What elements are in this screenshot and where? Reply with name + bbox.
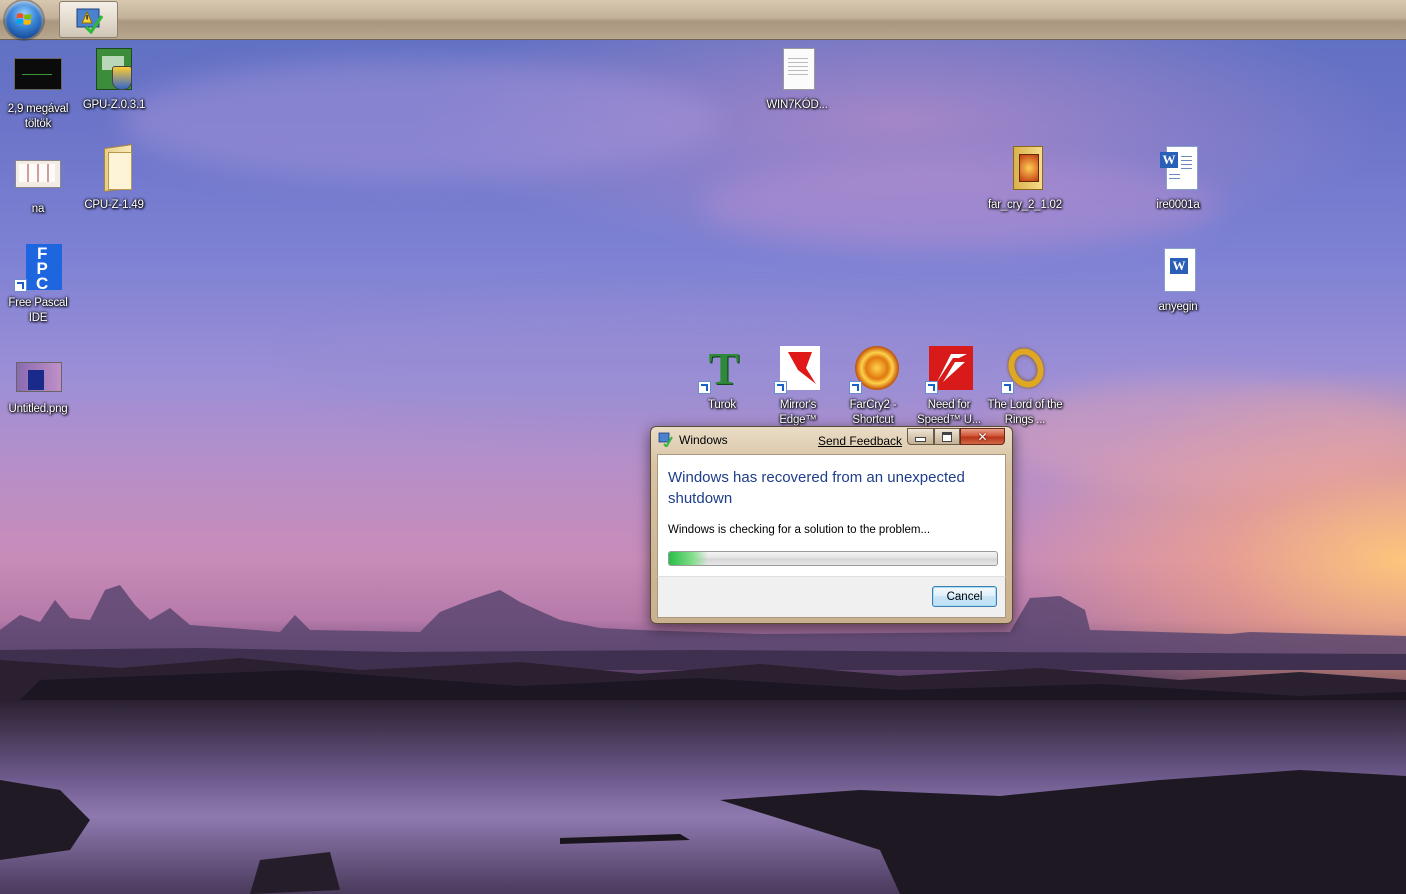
progress-bar — [668, 551, 998, 566]
desktop-icon-free-pascal[interactable]: FPC Free Pascal IDE — [0, 244, 76, 326]
shortcut-arrow-icon — [698, 381, 711, 394]
desktop-icon-turok[interactable]: T Turok — [684, 346, 760, 413]
desktop-icon-label: WIN7KÓD... — [766, 99, 828, 111]
turok-game-icon: T — [698, 346, 746, 394]
desktop-icon-need-for-speed[interactable]: Need for Speed™ U... — [911, 346, 987, 428]
dialog-title: Windows — [679, 433, 728, 447]
desktop-icon-label: Free Pascal IDE — [8, 297, 68, 324]
video-thumbnail-icon — [14, 50, 62, 98]
desktop-icon-label: Turok — [708, 399, 736, 411]
desktop-icon-label: na — [31, 203, 45, 215]
minimize-button[interactable] — [907, 428, 934, 445]
shortcut-arrow-icon — [774, 381, 787, 394]
shortcut-arrow-icon — [849, 381, 862, 394]
desktop-icon-video[interactable]: 2,9 megával töltök — [0, 50, 76, 132]
folder-icon — [90, 144, 138, 194]
desktop-icon-anyegin[interactable]: W anyegin — [1140, 248, 1216, 315]
archive-icon — [1001, 146, 1049, 194]
need-for-speed-icon — [925, 346, 973, 394]
shortcut-arrow-icon — [925, 381, 938, 394]
foreground-rocks — [0, 770, 1406, 894]
shortcut-arrow-icon — [1001, 381, 1014, 394]
desktop-icon-label: far_cry_2_1.02 — [988, 199, 1062, 211]
start-button[interactable] — [5, 1, 43, 39]
desktop-icon-win7kod[interactable]: WIN7KÓD... — [759, 46, 835, 113]
cancel-button[interactable]: Cancel — [932, 586, 997, 607]
taskbar — [0, 0, 1406, 40]
desktop-icon-farcry2[interactable]: FarCry2 - Shortcut — [835, 346, 911, 428]
lord-of-the-rings-icon — [1001, 342, 1050, 394]
minimize-icon — [908, 429, 933, 444]
desktop-icon-label: GPU-Z.0.3.1 — [82, 99, 146, 111]
desktop-icon-label: FarCry2 - Shortcut — [849, 399, 897, 426]
desktop-icon-label: Need for Speed™ U... — [917, 399, 981, 426]
dialog-message: Windows is checking for a solution to th… — [668, 524, 931, 536]
recovery-dialog: Windows Send Feedback ✕ Windows has reco… — [650, 426, 1013, 624]
maximize-icon — [935, 429, 959, 444]
desktop-icon-label: Mirror's Edge™ — [779, 399, 817, 426]
desktop-icon-far-cry-patch[interactable]: far_cry_2_1.02 — [987, 146, 1063, 213]
word-document-icon: W — [1154, 146, 1202, 194]
word-document-icon: W — [1154, 248, 1202, 296]
problem-reports-icon — [76, 8, 104, 34]
image-thumbnail-icon — [14, 150, 62, 198]
desktop-icon-cpu-z[interactable]: CPU-Z-1.49 — [76, 144, 152, 213]
dialog-content: Windows has recovered from an unexpected… — [657, 454, 1006, 576]
close-icon: ✕ — [977, 429, 988, 444]
desktop-icon-label: The Lord of the Rings ... — [987, 399, 1063, 426]
windows-logo-icon — [16, 13, 32, 25]
close-button[interactable]: ✕ — [960, 428, 1005, 445]
desktop-icon-lord-of-the-rings[interactable]: The Lord of the Rings ... — [987, 342, 1063, 428]
gpu-z-installer-icon — [90, 46, 138, 94]
dialog-titlebar[interactable]: Windows Send Feedback ✕ — [651, 427, 1012, 453]
mirrors-edge-icon — [774, 346, 822, 394]
png-image-icon — [14, 350, 62, 398]
text-document-icon — [773, 46, 821, 94]
dialog-footer: Cancel — [657, 576, 1006, 618]
desktop-icon-label: Untitled.png — [8, 403, 68, 415]
shortcut-arrow-icon — [14, 279, 27, 292]
taskbar-button-problem-reports[interactable] — [59, 1, 118, 38]
maximize-button[interactable] — [934, 428, 960, 445]
desktop-icon-ire0001a[interactable]: W ire0001a — [1140, 146, 1216, 213]
send-feedback-link[interactable]: Send Feedback — [818, 434, 902, 448]
desktop-icon-label: ire0001a — [1156, 199, 1200, 211]
desktop-icon-na[interactable]: na — [0, 150, 76, 217]
problem-reports-icon — [658, 432, 673, 447]
desktop-icon-label: 2,9 megával töltök — [7, 103, 69, 130]
desktop-icon-gpu-z[interactable]: GPU-Z.0.3.1 — [76, 46, 152, 113]
desktop-icon-label: CPU-Z-1.49 — [84, 199, 144, 211]
desktop-icon-mirrors-edge[interactable]: Mirror's Edge™ — [760, 346, 836, 428]
farcry2-icon — [849, 346, 899, 394]
dialog-heading: Windows has recovered from an unexpected… — [668, 469, 965, 507]
free-pascal-icon: FPC — [14, 244, 62, 292]
desktop-icon-untitled-png[interactable]: Untitled.png — [0, 350, 76, 417]
progress-bar-fill — [669, 552, 709, 565]
desktop-icon-label: anyegin — [1158, 301, 1198, 313]
